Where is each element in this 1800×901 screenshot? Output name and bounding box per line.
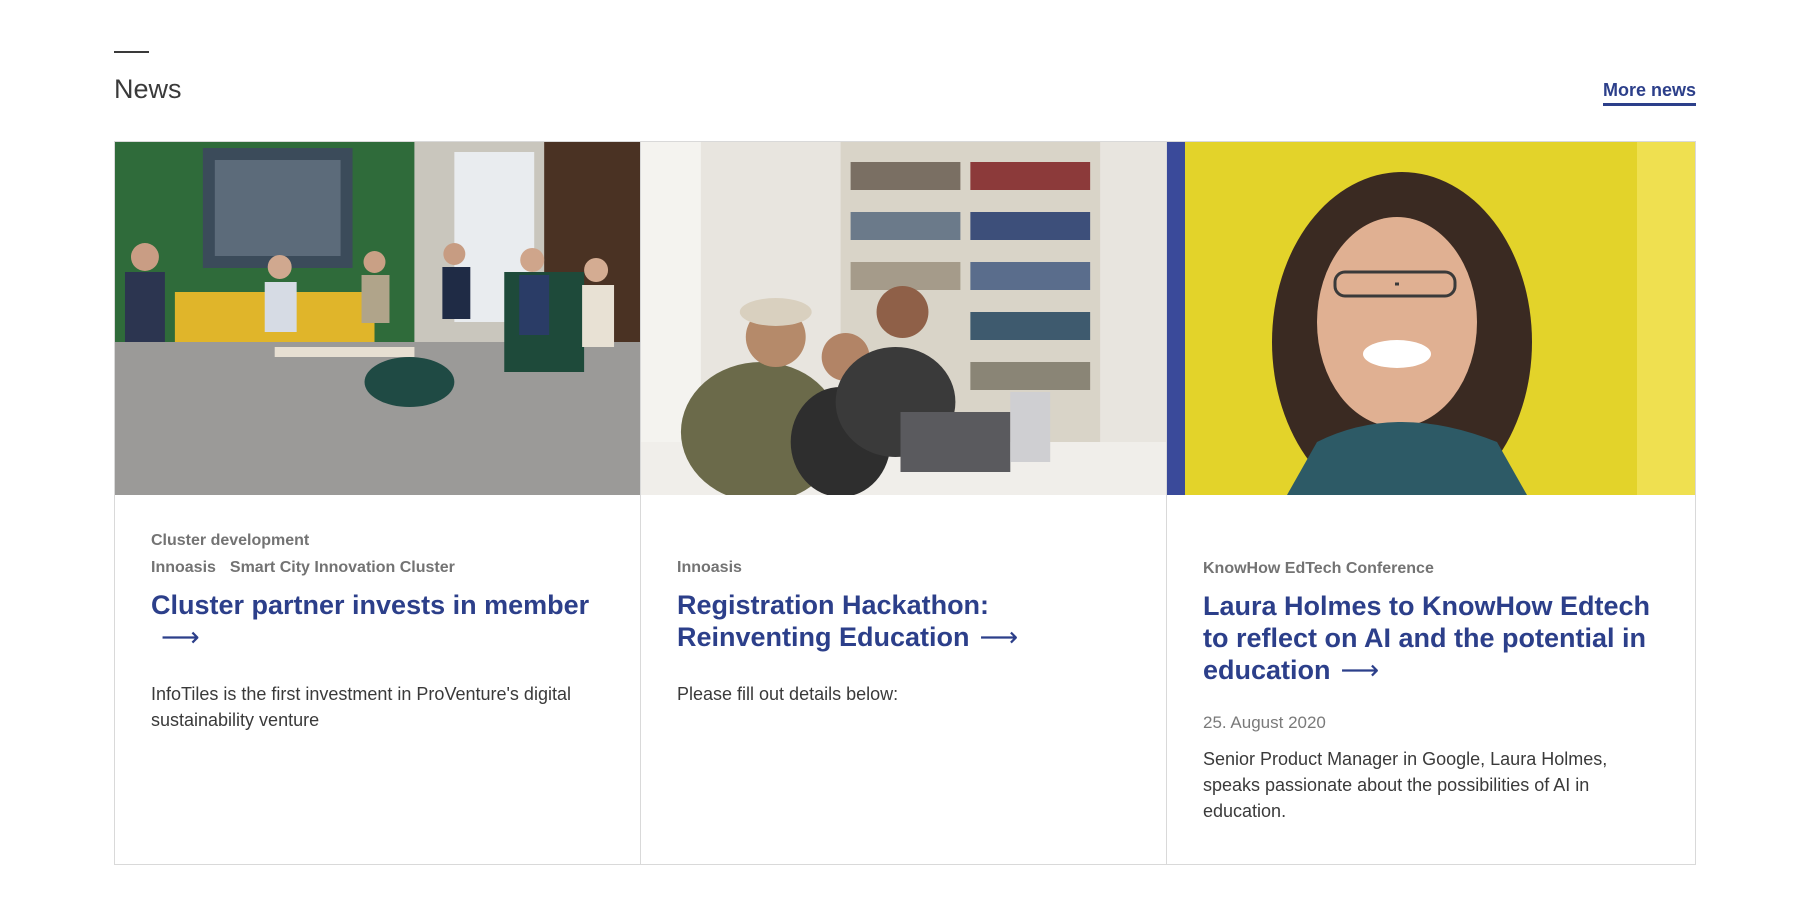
arrow-right-icon: ⟶ xyxy=(979,622,1019,652)
tag-link[interactable]: Smart City Innovation Cluster xyxy=(230,559,455,576)
card-description: Senior Product Manager in Google, Laura … xyxy=(1203,749,1608,821)
card-title-text: Registration Hackathon: Reinventing Educ… xyxy=(677,590,990,652)
card-image-portrait-woman[interactable] xyxy=(1167,142,1695,495)
news-card[interactable]: Innoasis Registration Hackathon: Reinven… xyxy=(641,142,1167,864)
card-title-text: Laura Holmes to KnowHow Edtech to reflec… xyxy=(1203,591,1651,685)
news-card-list: Cluster development Innoasis Smart City I… xyxy=(114,141,1696,865)
section-title: News xyxy=(114,74,182,104)
arrow-right-icon: ⟶ xyxy=(1340,655,1380,685)
card-description: Please fill out details below: xyxy=(677,684,899,704)
news-card[interactable]: KnowHow EdTech Conference Laura Holmes t… xyxy=(1167,142,1695,864)
card-category: KnowHow EdTech Conference xyxy=(1203,560,1434,577)
news-card[interactable]: Cluster development Innoasis Smart City I… xyxy=(115,142,641,864)
card-title-link[interactable]: Registration Hackathon: Reinventing Educ… xyxy=(677,589,1130,653)
tag-link[interactable]: Innoasis xyxy=(677,559,742,576)
meeting-room-photo xyxy=(115,142,640,495)
card-tags: Innoasis xyxy=(677,554,1130,581)
card-image-meeting-room[interactable] xyxy=(115,142,640,495)
tag-link[interactable]: Innoasis xyxy=(151,559,216,576)
heading-rule xyxy=(114,51,149,53)
library-students-photo xyxy=(641,142,1166,495)
card-description: InfoTiles is the first investment in Pro… xyxy=(151,684,571,730)
card-date: 25. August 2020 xyxy=(1203,713,1326,732)
news-section: News More news Cluster development Innoa… xyxy=(114,0,1696,901)
card-category: Cluster development xyxy=(151,532,310,549)
card-title-link[interactable]: Cluster partner invests in member⟶ xyxy=(151,589,604,653)
card-title-text: Cluster partner invests in member xyxy=(151,590,590,620)
more-news-link[interactable]: More news xyxy=(1602,79,1696,106)
card-body: Innoasis Registration Hackathon: Reinven… xyxy=(677,554,1130,707)
card-tags: Innoasis Smart City Innovation Cluster xyxy=(151,554,604,581)
card-body: KnowHow EdTech Conference Laura Holmes t… xyxy=(1203,555,1659,824)
portrait-woman-photo xyxy=(1167,142,1695,495)
card-body: Cluster development Innoasis Smart City I… xyxy=(151,527,604,733)
card-title-link[interactable]: Laura Holmes to KnowHow Edtech to reflec… xyxy=(1203,590,1659,686)
arrow-right-icon: ⟶ xyxy=(161,622,200,652)
card-image-library-students[interactable] xyxy=(641,142,1166,495)
